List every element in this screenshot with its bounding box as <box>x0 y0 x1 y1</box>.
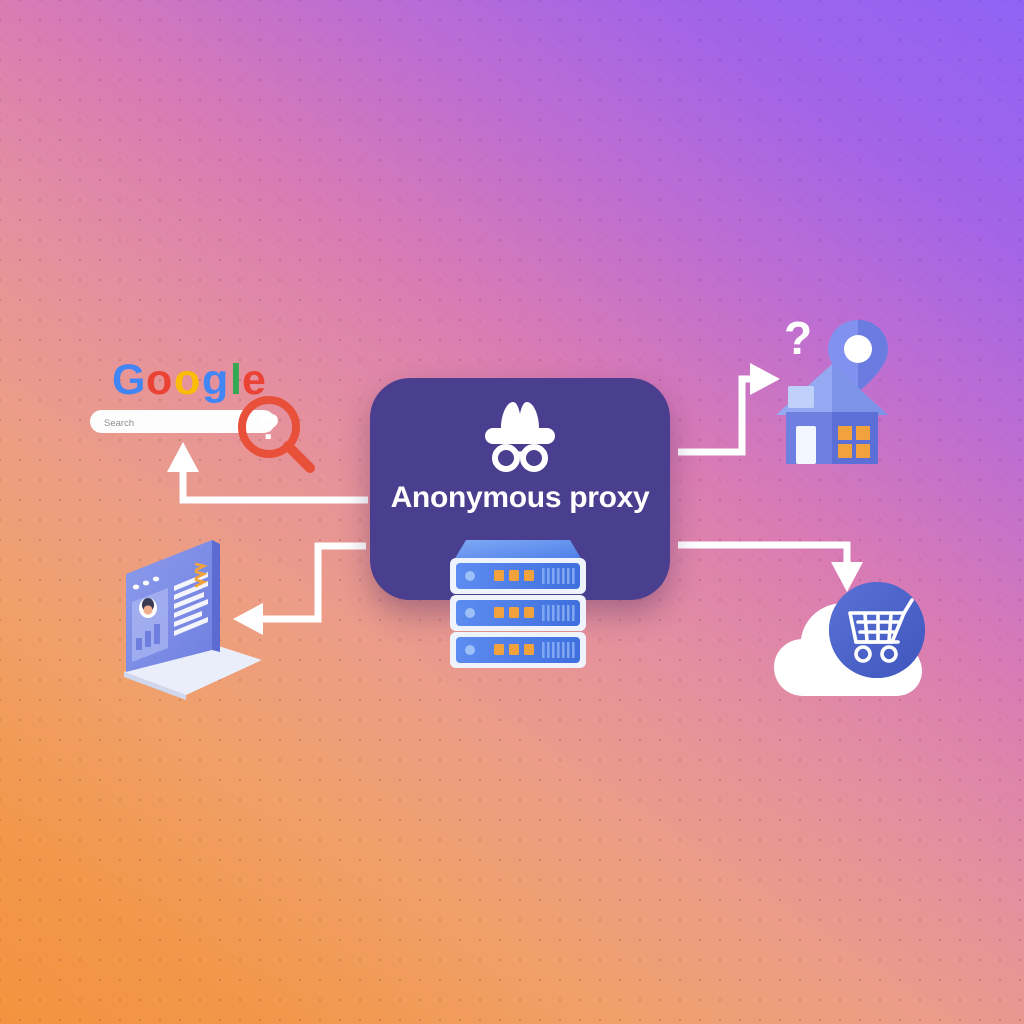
google-logo-letter-o1: o <box>146 356 172 404</box>
google-logo-letter-g1: G <box>112 356 145 404</box>
laptop-dashboard-node[interactable] <box>112 532 277 702</box>
server-unit <box>450 558 586 594</box>
laptop-screen-side <box>212 540 220 652</box>
server-unit <box>450 595 586 631</box>
diagram-canvas: G o o g l e Search ? ? Anonymous proxy <box>0 0 1024 1024</box>
google-search-node[interactable]: G o o g l e Search ? <box>82 352 322 482</box>
arrow-card-to-cloud-path <box>678 541 851 568</box>
search-magnifier-icon: ? <box>238 396 315 473</box>
server-top <box>454 540 582 560</box>
avatar-icon <box>139 598 157 618</box>
cloud-shopping-node[interactable] <box>772 578 942 708</box>
arrow-card-to-house-path <box>678 375 757 456</box>
server-unit <box>450 632 586 668</box>
google-logo-letter-g2: g <box>202 356 228 404</box>
incognito-hat-icon <box>485 402 555 472</box>
server-rack-icon <box>450 540 586 668</box>
house-question-badge: ? <box>784 312 812 364</box>
search-input-placeholder: Search <box>104 418 134 429</box>
google-logo-letter-o2: o <box>174 356 200 404</box>
search-question-badge: ? <box>258 406 280 447</box>
shopping-cart-badge <box>829 582 925 678</box>
page-title: Anonymous proxy <box>390 481 650 514</box>
google-logo-letter-l: l <box>230 356 242 404</box>
house-location-node[interactable]: ? <box>770 312 895 472</box>
